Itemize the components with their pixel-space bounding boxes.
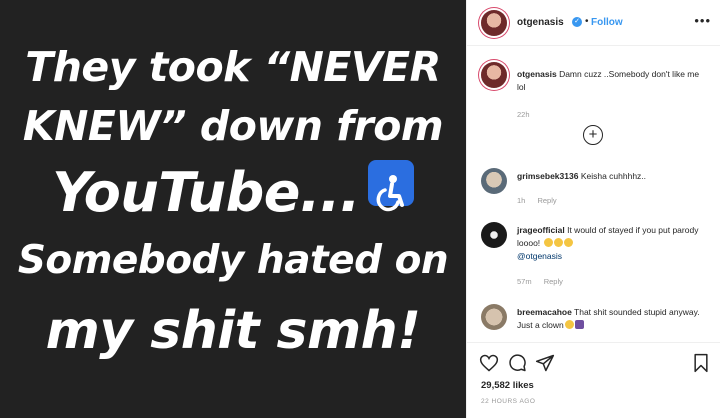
laughing-emoji-icon bbox=[564, 320, 574, 329]
instagram-post: They took “NEVER KNEW” down from YouTube… bbox=[0, 0, 720, 418]
caption-time: 22h bbox=[517, 110, 530, 119]
post-timestamp: 22 HOURS AGO bbox=[481, 398, 536, 405]
comment-body: jrageofficial It would of stayed if you … bbox=[517, 224, 707, 263]
comment-text: Keisha cuhhhhz.. bbox=[580, 171, 647, 181]
comment-body: breemacahoe That shit sounded stupid any… bbox=[517, 306, 707, 332]
image-text-line-2: KNEW” down from bbox=[22, 102, 444, 150]
comment-avatar[interactable] bbox=[481, 304, 507, 330]
wheelchair-emoji-icon bbox=[367, 160, 414, 212]
caption-meta: 22h bbox=[517, 110, 540, 119]
comment-meta: 1h Reply bbox=[517, 196, 567, 205]
caption-body: otgenasis Damn cuzz ..Somebody don't lik… bbox=[517, 68, 707, 94]
post-side-panel: otgenasis ✓ • Follow ••• otgenasis Damn … bbox=[466, 0, 720, 418]
comment-username[interactable]: breemacahoe bbox=[517, 307, 572, 317]
caption-avatar[interactable] bbox=[481, 62, 507, 88]
comment-time: 57m bbox=[517, 277, 532, 286]
share-send-icon[interactable] bbox=[535, 353, 555, 373]
separator-dot: • bbox=[585, 16, 589, 27]
verified-badge-icon: ✓ bbox=[572, 17, 582, 27]
image-text-line-1: They took “NEVER bbox=[25, 43, 441, 91]
comment-username[interactable]: grimsebek3136 bbox=[517, 171, 578, 181]
image-text-line-4: Somebody hated on bbox=[17, 238, 449, 283]
load-more-comments-icon[interactable]: + bbox=[583, 125, 603, 145]
comment-body: grimsebek3136 Keisha cuhhhhz.. bbox=[517, 170, 707, 183]
image-text-line-3: YouTube... bbox=[0, 156, 466, 230]
caption-username[interactable]: otgenasis bbox=[517, 69, 557, 79]
comment-time: 1h bbox=[517, 196, 526, 205]
person-emoji-icon bbox=[574, 320, 584, 329]
like-count[interactable]: 29,582 likes bbox=[481, 380, 534, 391]
comment-avatar[interactable] bbox=[481, 222, 507, 248]
follow-button[interactable]: Follow bbox=[591, 17, 623, 28]
comment-avatar[interactable] bbox=[481, 168, 507, 194]
bookmark-save-icon[interactable] bbox=[691, 353, 711, 373]
image-text-youtube: YouTube... bbox=[52, 161, 360, 224]
image-text-line-5: my shit smh! bbox=[45, 301, 421, 361]
laughing-emoji-icon bbox=[543, 238, 553, 247]
author-avatar[interactable] bbox=[481, 10, 507, 36]
laughing-emoji-icon bbox=[553, 238, 563, 247]
author-username[interactable]: otgenasis bbox=[517, 17, 564, 28]
comment-mention[interactable]: @otgenasis bbox=[517, 251, 562, 261]
comment-username[interactable]: jrageofficial bbox=[517, 225, 565, 235]
like-heart-icon[interactable] bbox=[479, 353, 499, 373]
image-caption-text: They took “NEVER KNEW” down from YouTube… bbox=[0, 38, 466, 370]
post-header: otgenasis ✓ • Follow ••• bbox=[467, 0, 720, 46]
post-image[interactable]: They took “NEVER KNEW” down from YouTube… bbox=[0, 0, 466, 418]
post-actions: 29,582 likes 22 HOURS AGO bbox=[467, 342, 720, 418]
comment-bubble-icon[interactable] bbox=[507, 353, 527, 373]
reply-button[interactable]: Reply bbox=[537, 196, 556, 205]
comment-meta: 57m Reply bbox=[517, 277, 573, 286]
more-options-icon[interactable]: ••• bbox=[694, 13, 711, 28]
comments-list[interactable]: otgenasis Damn cuzz ..Somebody don't lik… bbox=[467, 46, 720, 342]
laughing-emoji-icon bbox=[563, 238, 573, 247]
reply-button[interactable]: Reply bbox=[544, 277, 563, 286]
